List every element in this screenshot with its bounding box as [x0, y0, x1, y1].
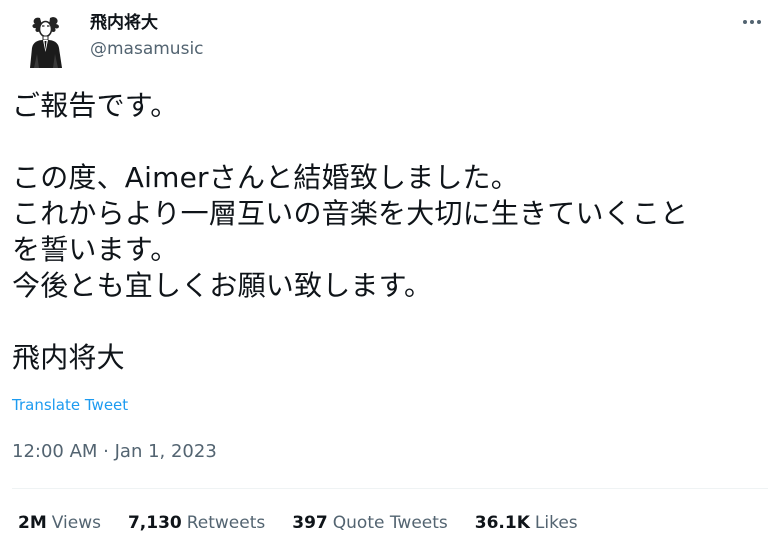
- display-name[interactable]: 飛内将大: [90, 12, 158, 34]
- tweet-card: 飛内将大 @masamusic ご報告です。 この度、Aimerさんと結婚致しま…: [0, 0, 780, 548]
- more-options-button[interactable]: [740, 12, 764, 32]
- stat-label: Views: [51, 513, 101, 533]
- stat-quote-tweets[interactable]: 397 Quote Tweets: [292, 511, 448, 535]
- translate-tweet-link[interactable]: Translate Tweet: [12, 395, 128, 415]
- tweet-text: ご報告です。 この度、Aimerさんと結婚致しました。 これからより一層互いの音…: [12, 89, 689, 374]
- stat-retweets[interactable]: 7,130 Retweets: [128, 511, 265, 535]
- stat-likes[interactable]: 36.1K Likes: [475, 511, 578, 535]
- user-handle[interactable]: @masamusic: [90, 38, 204, 60]
- divider: [12, 488, 768, 489]
- tweet-header: 飛内将大 @masamusic: [12, 8, 768, 72]
- avatar[interactable]: [20, 14, 72, 72]
- avatar-suit-figure-icon: [30, 17, 62, 68]
- stat-views[interactable]: 2M Views: [18, 511, 101, 535]
- more-dots-icon: [743, 20, 761, 24]
- stat-label: Retweets: [186, 513, 266, 533]
- stat-count: 7,130: [127, 513, 182, 533]
- engagement-stats: 2M Views 7,130 Retweets 397 Quote Tweets 36…: [18, 511, 605, 535]
- tweet-timestamp[interactable]: 12:00 AM · Jan 1, 2023: [12, 440, 217, 464]
- stat-label: Likes: [534, 513, 578, 533]
- stat-label: Quote Tweets: [332, 513, 448, 533]
- stat-count: 2M: [18, 513, 47, 533]
- stat-count: 36.1K: [474, 513, 530, 533]
- stat-count: 397: [292, 513, 328, 533]
